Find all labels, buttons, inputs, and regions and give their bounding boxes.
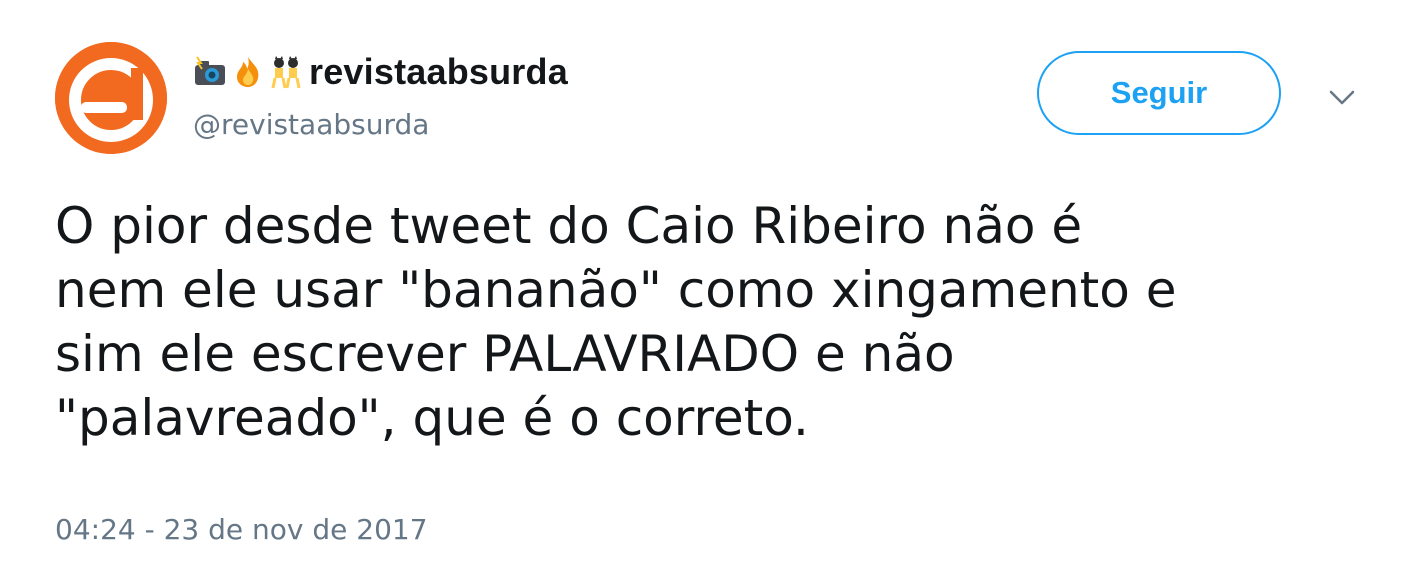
chevron-down-icon[interactable] — [1322, 78, 1362, 118]
user-name-row[interactable]: revistaabsurda — [193, 44, 568, 100]
avatar[interactable] — [55, 42, 167, 154]
tweet-timestamp[interactable]: 04:24 - 23 de nov de 2017 — [55, 513, 428, 546]
fire-icon — [231, 55, 265, 89]
camera-with-flash-icon — [193, 55, 227, 89]
revista-absurda-logo-icon — [55, 42, 167, 154]
display-name[interactable]: revistaabsurda — [309, 51, 568, 93]
dancers-icon — [269, 55, 303, 89]
tweet-text: O pior desde tweet do Caio Ribeiro não é… — [55, 197, 1177, 447]
user-handle[interactable]: @revistaabsurda — [193, 108, 429, 141]
follow-button[interactable]: Seguir — [1037, 51, 1281, 135]
